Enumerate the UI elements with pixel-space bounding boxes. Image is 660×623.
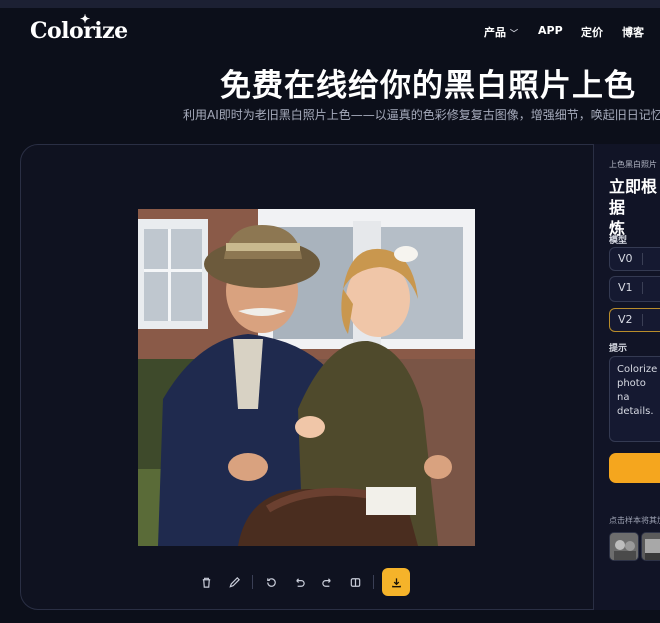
rotate-icon[interactable] (257, 568, 285, 596)
model-v0-label: V0 (618, 252, 633, 265)
pencil-icon[interactable] (220, 568, 248, 596)
toolbar-divider (252, 575, 253, 589)
model-option-v0[interactable]: V0 (609, 247, 660, 271)
prompt-label: 提示 (609, 344, 628, 354)
sample-hint: 点击样本将其加 (609, 516, 660, 525)
hero-subtitle: 利用AI即时为老旧黑白照片上色——以逼真的色彩修复复古图像，增强细节，唤起旧日记… (183, 108, 660, 122)
nav-products[interactable]: 产品 ﹀ (484, 24, 518, 40)
compare-icon[interactable] (341, 568, 369, 596)
image-toolbar (192, 565, 422, 599)
nav-blog[interactable]: 博客 (622, 24, 644, 40)
nav-products-label: 产品 (484, 26, 506, 39)
colorized-photo (138, 209, 475, 546)
model-option-v2[interactable]: V2 (609, 308, 660, 332)
brand-logo[interactable]: Colorize ✦ (30, 12, 128, 44)
model-v2-label: V2 (618, 313, 633, 326)
redo-icon[interactable] (313, 568, 341, 596)
model-v1-label: V1 (618, 281, 633, 294)
top-strip (0, 0, 660, 8)
sample-thumbnail[interactable] (641, 532, 660, 561)
model-divider (642, 282, 643, 294)
hero-title: 免费在线给你的黑白照片上色 (220, 68, 636, 104)
photo-illustration (138, 209, 475, 546)
download-icon[interactable] (382, 568, 410, 596)
model-label: 模型 (609, 236, 628, 246)
prompt-textarea[interactable]: Colorize photo na details. (609, 356, 660, 442)
model-option-v1[interactable]: V1 (609, 276, 660, 302)
undo-icon[interactable] (285, 568, 313, 596)
model-divider (642, 314, 643, 326)
generate-button[interactable] (609, 453, 660, 483)
sparkle-icon: ✦ (80, 12, 90, 26)
nav-app[interactable]: APP (538, 24, 563, 37)
panel-title: 立即根据炼 (609, 177, 658, 238)
brand-name: Colorize (30, 18, 128, 44)
panel-overline: 上色黑白照片 (609, 160, 657, 169)
navbar: Colorize ✦ 产品 ﹀ APP 定价 博客 (0, 8, 660, 58)
nav-pricing[interactable]: 定价 (581, 24, 603, 40)
trash-icon[interactable] (192, 568, 220, 596)
toolbar-divider (373, 575, 374, 589)
sample-thumbnail[interactable] (609, 532, 639, 561)
chevron-down-icon: ﹀ (510, 29, 518, 38)
model-divider (642, 253, 643, 265)
